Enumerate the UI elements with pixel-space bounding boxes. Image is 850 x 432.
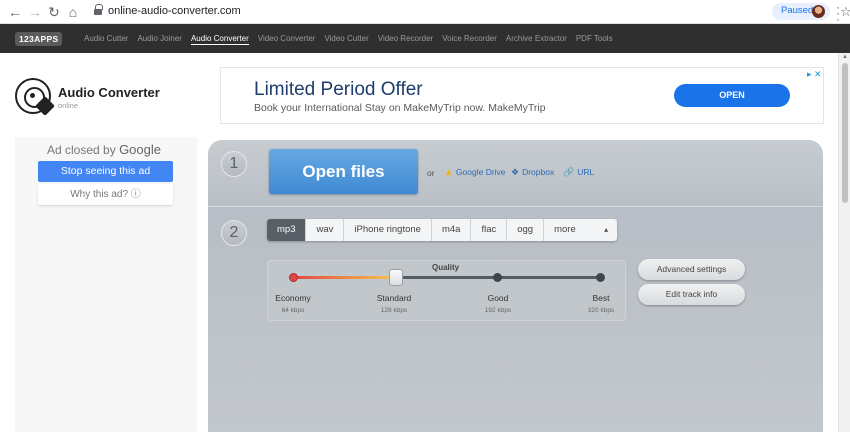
url-label: URL: [577, 167, 595, 177]
quality-slider-handle[interactable]: [389, 269, 403, 286]
google-drive-link[interactable]: ▲ Google Drive: [444, 167, 506, 177]
address-bar[interactable]: online-audio-converter.com ☆: [88, 2, 850, 22]
format-wav-tab[interactable]: wav: [306, 219, 345, 241]
stop-seeing-ad-button[interactable]: Stop seeing this ad: [38, 161, 173, 182]
nav-link-archive-extractor[interactable]: Archive Extractor: [506, 34, 567, 45]
reload-icon[interactable]: ↻: [45, 3, 63, 21]
quality-kbps-standard: 128 kbps: [380, 307, 408, 314]
google-drive-icon: ▲: [444, 167, 453, 177]
format-ogg-tab[interactable]: ogg: [507, 219, 545, 241]
nav-link-audio-converter[interactable]: Audio Converter: [190, 34, 249, 45]
bookmark-star-icon[interactable]: ☆: [840, 4, 850, 20]
page-scrollbar[interactable]: ▲: [838, 53, 850, 432]
nav-link-audio-joiner[interactable]: Audio Joiner: [137, 34, 181, 45]
audio-converter-logo-icon[interactable]: [15, 78, 55, 116]
nav-links: Audio Cutter Audio Joiner Audio Converte…: [84, 34, 622, 45]
updown-arrows-icon: ▴▾: [604, 225, 609, 234]
side-ad-panel: Ad closed by Google Stop seeing this ad …: [15, 137, 197, 432]
edit-track-info-button[interactable]: Edit track info: [638, 284, 745, 305]
format-selector: mp3 wav iPhone ringtone m4a flac ogg mor…: [267, 219, 618, 241]
scrollbar-thumb[interactable]: [842, 63, 848, 203]
quality-stop-good[interactable]: [493, 273, 502, 282]
format-iphone-ringtone-tab[interactable]: iPhone ringtone: [344, 219, 432, 241]
step-2-badge: 2: [221, 220, 247, 246]
quality-kbps-best: 320 kbps: [587, 307, 615, 314]
ad-open-button[interactable]: OPEN: [674, 84, 790, 107]
dropbox-label: Dropbox: [522, 167, 555, 177]
dropbox-icon: ❖: [511, 167, 520, 177]
nav-link-voice-recorder[interactable]: Voice Recorder: [442, 34, 497, 45]
step-1-badge: 1: [221, 151, 247, 177]
app-navbar: 123APPS Audio Cutter Audio Joiner Audio …: [0, 24, 850, 53]
page-subtitle: online: [58, 101, 79, 110]
url-text: online-audio-converter.com: [108, 5, 241, 17]
converter-panel: 1 Open files or ▲ Google Drive ❖ Dropbox 🔗…: [208, 140, 823, 432]
quality-slider-panel: Quality Economy 64 kbps Standard 128 kbp…: [267, 260, 626, 321]
ad-closed-prefix: Ad closed by: [47, 143, 116, 157]
quality-track[interactable]: [293, 276, 601, 279]
avatar: [812, 5, 825, 18]
or-text: or: [427, 168, 435, 178]
format-m4a-tab[interactable]: m4a: [432, 219, 472, 241]
browser-menu-icon[interactable]: · · ·: [836, 1, 840, 25]
nav-link-pdf-tools[interactable]: PDF Tools: [576, 34, 613, 45]
quality-kbps-economy: 64 kbps: [281, 307, 305, 314]
ad-closed-text: Ad closed by Google: [47, 142, 161, 157]
nav-link-video-cutter[interactable]: Video Cutter: [324, 34, 368, 45]
section-divider: [208, 206, 823, 207]
quality-kbps-good: 192 kbps: [484, 307, 512, 314]
paused-label: Paused: [781, 5, 814, 16]
open-files-button[interactable]: Open files: [269, 149, 418, 194]
quality-label-economy: Economy: [275, 293, 311, 303]
home-icon[interactable]: ⌂: [64, 3, 82, 21]
advanced-settings-button[interactable]: Advanced settings: [638, 259, 745, 280]
scroll-up-icon[interactable]: ▲: [842, 54, 848, 60]
format-flac-tab[interactable]: flac: [471, 219, 508, 241]
quality-label-good: Good: [487, 293, 509, 303]
quality-track-fill: [293, 276, 396, 279]
top-ad-banner[interactable]: Limited Period Offer Book your Internati…: [220, 67, 824, 124]
quality-label-best: Best: [592, 293, 610, 303]
nav-link-video-recorder[interactable]: Video Recorder: [378, 34, 433, 45]
ad-text: Book your International Stay on MakeMyTr…: [254, 102, 546, 114]
forward-icon[interactable]: →: [26, 3, 44, 21]
lock-icon: [94, 4, 103, 16]
link-icon: 🔗: [563, 167, 575, 177]
ad-closed-brand: Google: [119, 142, 161, 157]
google-drive-label: Google Drive: [455, 167, 506, 177]
ad-choices-icon[interactable]: ▸ ✕: [807, 69, 822, 80]
quality-stop-best[interactable]: [596, 273, 605, 282]
back-icon[interactable]: ←: [6, 3, 24, 21]
why-this-ad-button[interactable]: Why this ad? ⓘ: [38, 184, 173, 205]
format-more-dropdown[interactable]: more ▴▾: [544, 219, 617, 241]
page-title: Audio Converter: [58, 85, 160, 100]
dropbox-link[interactable]: ❖ Dropbox: [511, 167, 554, 178]
quality-stop-economy[interactable]: [289, 273, 298, 282]
nav-link-audio-cutter[interactable]: Audio Cutter: [84, 34, 128, 45]
profile-paused-button[interactable]: Paused: [772, 3, 830, 20]
browser-toolbar: ← → ↻ ⌂ online-audio-converter.com ☆ Pau…: [0, 0, 850, 25]
nav-link-video-converter[interactable]: Video Converter: [258, 34, 316, 45]
ad-title: Limited Period Offer: [254, 79, 423, 100]
quality-title: Quality: [432, 263, 460, 272]
brand-logo[interactable]: 123APPS: [15, 32, 63, 46]
format-more-label: more: [554, 224, 576, 235]
quality-label-standard: Standard: [376, 293, 412, 303]
url-link[interactable]: 🔗 URL: [563, 167, 594, 178]
format-mp3-tab[interactable]: mp3: [267, 219, 307, 241]
